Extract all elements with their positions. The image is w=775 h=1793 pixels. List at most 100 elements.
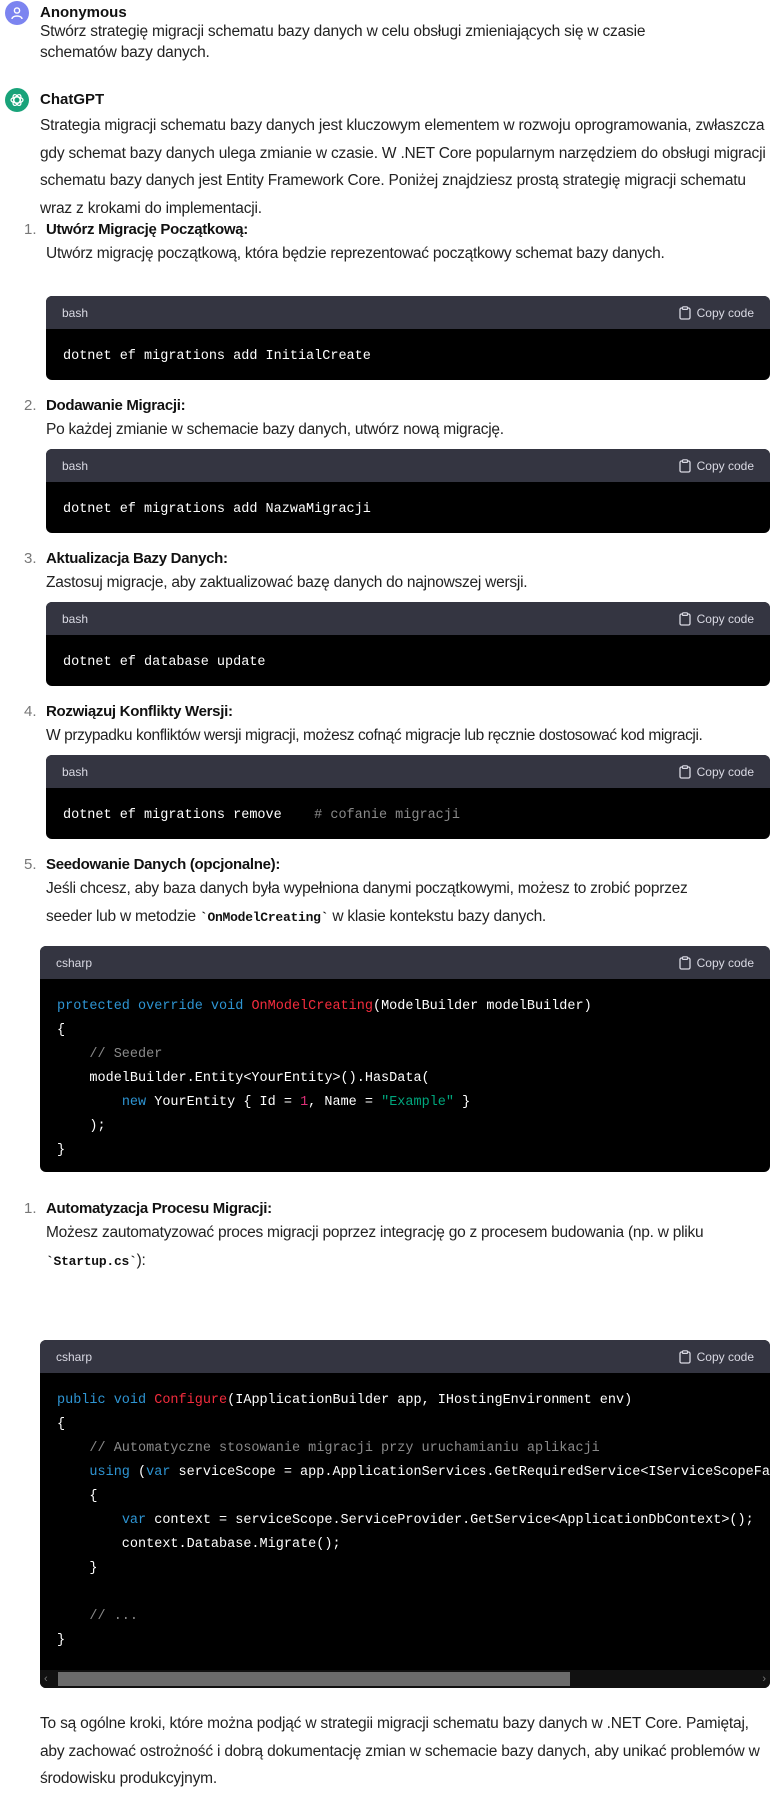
code-text: YourEntity { Id =	[146, 1095, 301, 1110]
code-header: bash Copy code	[46, 296, 770, 329]
copy-code-label: Copy code	[696, 611, 754, 626]
code-header: bash Copy code	[46, 449, 770, 482]
code-content: dotnet ef migrations add InitialCreate	[63, 349, 371, 364]
scroll-right-arrow-icon[interactable]: ›	[762, 1672, 766, 1686]
code-text: (IApplicationBuilder app, IHostingEnviro…	[227, 1393, 633, 1408]
code-text: serviceScope = app.ApplicationServices.G…	[178, 1465, 770, 1480]
code-function: Configure	[154, 1393, 228, 1408]
code-text: }	[454, 1095, 471, 1110]
step-title: Aktualizacja Bazy Danych:	[46, 550, 228, 567]
intro-paragraph: Strategia migracji schematu bazy danych …	[40, 117, 766, 217]
step-number: 5.	[24, 856, 37, 873]
step-number: 1.	[24, 1200, 37, 1217]
copy-code-button[interactable]: Copy code	[678, 764, 754, 779]
code-text: {	[57, 1417, 66, 1432]
code-text: context.Database.Migrate();	[57, 1537, 341, 1552]
code-content: dotnet ef database update	[63, 655, 266, 670]
code-keyword: protected override void	[57, 999, 252, 1014]
code-text: , Name =	[308, 1095, 382, 1110]
step-title: Automatyzacja Procesu Migracji:	[46, 1200, 272, 1217]
code-number: 1	[300, 1095, 309, 1110]
code-keyword: new	[121, 1095, 147, 1110]
step-text: W przypadku konfliktów wersji migracji, …	[46, 727, 703, 744]
clipboard-icon	[678, 305, 691, 320]
step-number: 3.	[24, 550, 37, 567]
code-content: public void Configure(IApplicationBuilde…	[40, 1373, 770, 1670]
clipboard-icon	[678, 458, 691, 473]
code-text: }	[57, 1633, 66, 1648]
code-block: csharp Copy code protected override void…	[40, 946, 770, 1172]
code-text: }	[57, 1143, 66, 1158]
code-text: (ModelBuilder modelBuilder)	[372, 999, 592, 1014]
copy-code-label: Copy code	[696, 458, 754, 473]
code-comment: // Seeder	[57, 1047, 163, 1062]
code-text: );	[57, 1119, 106, 1134]
step-title: Dodawanie Migracji:	[46, 397, 186, 414]
step-title: Utwórz Migrację Początkową:	[46, 221, 248, 238]
step-text: Utwórz migrację początkową, która będzie…	[46, 245, 665, 262]
code-content: dotnet ef migrations remove # cofanie mi…	[46, 788, 770, 839]
code-header: csharp Copy code	[40, 946, 770, 979]
code-text: {	[57, 1489, 98, 1504]
code-content: dotnet ef migrations add NazwaMigracji	[63, 502, 371, 517]
copy-code-button[interactable]: Copy code	[678, 305, 754, 320]
inline-code: `OnModelCreating`	[199, 909, 329, 925]
openai-logo-icon	[10, 93, 24, 107]
inline-code: `Startup.cs`	[46, 1253, 137, 1269]
code-text: {	[57, 1023, 66, 1038]
code-keyword: public void	[57, 1393, 155, 1408]
outro-paragraph: To są ogólne kroki, które można podjąć w…	[40, 1715, 760, 1787]
step-title: Rozwiązuj Konflikty Wersji:	[46, 703, 233, 720]
code-header: bash Copy code	[46, 755, 770, 788]
step-number: 1.	[24, 221, 37, 238]
step-text-after: ):	[136, 1251, 146, 1269]
code-comment: // Automatyczne stosowanie migracji przy…	[57, 1441, 600, 1456]
copy-code-button[interactable]: Copy code	[678, 458, 754, 473]
copy-code-label: Copy code	[696, 764, 754, 779]
clipboard-icon	[678, 955, 691, 970]
user-author: Anonymous	[40, 4, 127, 21]
horizontal-scrollbar[interactable]: ‹ ›	[40, 1670, 770, 1688]
code-keyword: var	[121, 1513, 147, 1528]
code-language: bash	[62, 458, 89, 473]
step-text: Po każdej zmianie w schemacie bazy danyc…	[46, 421, 504, 438]
step-text-after: w klasie kontekstu bazy danych.	[328, 907, 546, 925]
code-block: bash Copy code dotnet ef migrations add …	[46, 449, 770, 533]
code-text: (	[129, 1465, 147, 1480]
code-keyword: using	[89, 1465, 130, 1480]
code-block: bash Copy code dotnet ef database update	[46, 602, 770, 686]
code-comment: # cofanie migracji	[314, 808, 460, 823]
code-text: modelBuilder.Entity<YourEntity>().HasDat…	[57, 1071, 430, 1086]
code-command: dotnet ef migrations remove	[63, 808, 282, 823]
scrollbar-thumb[interactable]	[58, 1672, 570, 1686]
step-number: 2.	[24, 397, 37, 414]
scroll-left-arrow-icon[interactable]: ‹	[44, 1672, 48, 1686]
copy-code-label: Copy code	[696, 305, 754, 320]
code-text: }	[57, 1561, 98, 1576]
code-language: bash	[62, 611, 89, 626]
copy-code-button[interactable]: Copy code	[678, 611, 754, 626]
code-content: protected override void OnModelCreating(…	[40, 979, 770, 1172]
step-number: 4.	[24, 703, 37, 720]
code-block: csharp Copy code public void Configure(I…	[40, 1340, 770, 1688]
code-language: bash	[62, 305, 89, 320]
code-header: bash Copy code	[46, 602, 770, 635]
copy-code-label: Copy code	[696, 1349, 754, 1364]
code-string: "Example"	[381, 1095, 455, 1110]
clipboard-icon	[678, 611, 691, 626]
assistant-author: ChatGPT	[40, 91, 105, 108]
copy-code-button[interactable]: Copy code	[678, 1349, 754, 1364]
code-language: bash	[62, 764, 89, 779]
code-header: csharp Copy code	[40, 1340, 770, 1373]
clipboard-icon	[678, 1349, 691, 1364]
user-avatar	[5, 1, 29, 25]
copy-code-label: Copy code	[696, 955, 754, 970]
assistant-avatar	[5, 88, 29, 112]
code-language: csharp	[56, 955, 93, 970]
step-text: Jeśli chcesz, aby baza danych była wypeł…	[46, 875, 736, 931]
copy-code-button[interactable]: Copy code	[678, 955, 754, 970]
code-keyword: var	[146, 1465, 171, 1480]
